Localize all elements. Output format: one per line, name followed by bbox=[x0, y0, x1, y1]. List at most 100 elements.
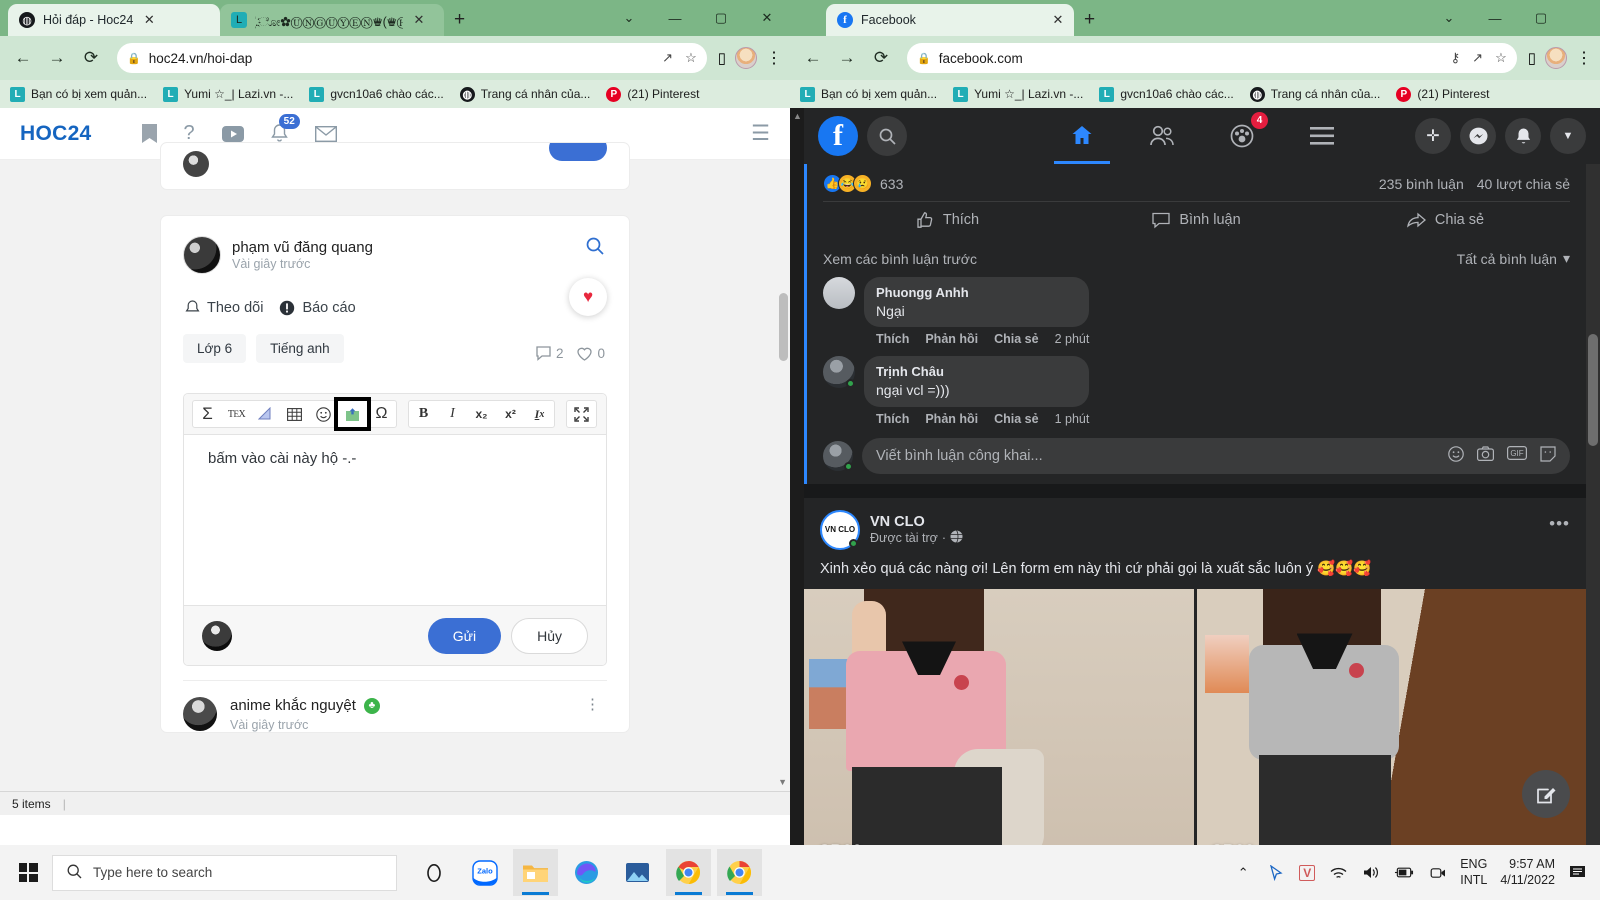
cursor-icon[interactable] bbox=[1266, 863, 1286, 883]
post-options-icon[interactable]: ••• bbox=[1549, 514, 1570, 534]
heart-icon[interactable]: ♥ bbox=[569, 278, 607, 316]
tab-home[interactable] bbox=[1054, 108, 1110, 164]
show-hidden-icons[interactable]: ⌃ bbox=[1233, 863, 1253, 883]
avatar[interactable] bbox=[823, 277, 855, 309]
address-bar[interactable]: 🔒 facebook.com ⚷ ↗ ☆ bbox=[907, 43, 1517, 73]
sigma-icon[interactable]: Σ bbox=[193, 401, 222, 427]
facebook-logo[interactable]: f bbox=[818, 116, 858, 156]
reload-button[interactable]: ⟳ bbox=[76, 43, 106, 73]
answer-author-name[interactable]: anime khắc nguyệt bbox=[230, 697, 356, 714]
comment-like-link[interactable]: Thích bbox=[876, 412, 909, 426]
tab-friends[interactable] bbox=[1134, 108, 1190, 164]
reaction-count[interactable]: 633 bbox=[880, 176, 903, 192]
share-icon[interactable]: ↗ bbox=[1472, 50, 1483, 66]
wifi-icon[interactable] bbox=[1328, 863, 1348, 883]
subscript-button[interactable]: x₂ bbox=[467, 401, 496, 427]
scrollbar-thumb[interactable] bbox=[779, 293, 788, 361]
forward-button[interactable]: → bbox=[42, 43, 72, 73]
comment-share-link[interactable]: Chia sẻ bbox=[994, 332, 1038, 346]
forward-button[interactable]: → bbox=[832, 43, 862, 73]
tag-lop-6[interactable]: Lớp 6 bbox=[183, 334, 247, 363]
tag-tieng-anh[interactable]: Tiếng anh bbox=[256, 334, 344, 363]
youtube-icon[interactable] bbox=[221, 125, 244, 142]
comment-reply-link[interactable]: Phản hồi bbox=[925, 412, 978, 426]
new-tab-button[interactable]: + bbox=[1084, 9, 1095, 31]
bookmark-item[interactable]: L Yumi ☆_| Lazi.vn -... bbox=[163, 86, 293, 102]
bell-icon[interactable] bbox=[1505, 118, 1541, 154]
cancel-button[interactable]: Hủy bbox=[511, 617, 588, 654]
bookmark-item[interactable]: P (21) Pinterest bbox=[606, 86, 699, 102]
chevron-down-icon[interactable]: ▼ bbox=[1550, 118, 1586, 154]
comment-share-link[interactable]: Chia sẻ bbox=[994, 412, 1038, 426]
close-window-button[interactable]: ✕ bbox=[744, 3, 790, 33]
share-count[interactable]: 40 lượt chia sẻ bbox=[1477, 176, 1570, 192]
file-explorer-icon[interactable] bbox=[513, 849, 558, 896]
notifications-icon[interactable] bbox=[1568, 863, 1588, 883]
scroll-down-arrow-icon[interactable]: ▼ bbox=[778, 777, 787, 787]
share-button[interactable]: Chia sẻ bbox=[1321, 202, 1570, 238]
back-button[interactable]: ← bbox=[798, 43, 828, 73]
omega-icon[interactable]: Ω bbox=[367, 401, 396, 427]
avatar[interactable] bbox=[183, 697, 217, 731]
report-button[interactable]: Báo cáo bbox=[279, 300, 356, 316]
bookmark-item[interactable]: L Bạn có bị xem quản... bbox=[10, 86, 147, 102]
book-icon[interactable] bbox=[141, 124, 157, 143]
maximize-button[interactable]: ▢ bbox=[698, 3, 744, 33]
minimize-button[interactable]: — bbox=[1472, 3, 1518, 33]
comment-button[interactable]: Bình luận bbox=[1072, 202, 1321, 238]
table-icon[interactable] bbox=[280, 401, 309, 427]
tex-icon[interactable]: TEX bbox=[222, 401, 251, 427]
comment-count[interactable]: 235 bình luận bbox=[1379, 176, 1464, 192]
language-indicator[interactable]: ENG INTL bbox=[1460, 857, 1487, 888]
page-avatar[interactable]: VN CLO bbox=[820, 509, 860, 550]
compose-icon[interactable] bbox=[1522, 770, 1570, 818]
comment-author[interactable]: Trịnh Châu bbox=[876, 363, 1077, 381]
gif-icon[interactable]: GIF bbox=[1507, 446, 1527, 465]
page-name[interactable]: VN CLO bbox=[870, 514, 963, 530]
scrollbar-thumb[interactable] bbox=[1588, 334, 1598, 446]
bookmark-item[interactable]: L Yumi ☆_| Lazi.vn -... bbox=[953, 86, 1083, 102]
comment-input[interactable]: Viết bình luận công khai... GIF bbox=[862, 437, 1570, 474]
chrome-icon[interactable] bbox=[666, 849, 711, 896]
tab-menu[interactable] bbox=[1294, 108, 1350, 164]
bookmark-item[interactable]: P (21) Pinterest bbox=[1396, 86, 1489, 102]
like-button[interactable]: Thích bbox=[823, 202, 1072, 238]
comment-count[interactable]: 2 bbox=[536, 346, 563, 361]
bookmark-star-icon[interactable]: ☆ bbox=[685, 50, 697, 66]
follow-button[interactable]: Theo dõi bbox=[185, 300, 263, 316]
chrome-icon-2[interactable] bbox=[717, 849, 762, 896]
search-input[interactable]: Type here to search bbox=[52, 854, 397, 891]
sticker-icon[interactable] bbox=[1540, 446, 1556, 465]
bookmark-item[interactable]: ◍ Trang cá nhân của... bbox=[459, 86, 590, 102]
upload-image-icon[interactable] bbox=[334, 397, 371, 431]
emoji-icon[interactable] bbox=[1448, 446, 1464, 465]
maximize-button[interactable]: ▢ bbox=[1518, 3, 1564, 33]
tab-groups[interactable]: 4 bbox=[1214, 108, 1270, 164]
camera-icon[interactable] bbox=[1427, 863, 1447, 883]
clock[interactable]: 9:57 AM 4/11/2022 bbox=[1500, 857, 1555, 888]
mail-icon[interactable] bbox=[314, 125, 337, 142]
tab-search-chevron-icon[interactable]: ⌄ bbox=[606, 3, 652, 33]
submit-button[interactable]: Gửi bbox=[427, 617, 502, 654]
unikey-icon[interactable]: V bbox=[1299, 864, 1316, 881]
volume-icon[interactable] bbox=[1361, 863, 1381, 883]
tab-close-button[interactable]: ✕ bbox=[1050, 12, 1066, 28]
comment-author[interactable]: Phuongg Anhh bbox=[876, 284, 1077, 302]
chrome-menu-icon[interactable]: ⋮ bbox=[766, 48, 782, 68]
answer-text-area[interactable]: bấm vào cài này hộ -.- bbox=[184, 435, 606, 605]
answer-options-icon[interactable]: ⋮ bbox=[585, 695, 601, 713]
tab-close-button[interactable]: ✕ bbox=[141, 12, 157, 28]
bell-icon[interactable]: 52 bbox=[270, 114, 300, 143]
back-button[interactable]: ← bbox=[8, 43, 38, 73]
share-icon[interactable]: ↗ bbox=[662, 50, 673, 66]
emoji-icon[interactable] bbox=[309, 401, 338, 427]
chrome-menu-icon[interactable]: ⋮ bbox=[1576, 48, 1592, 68]
remove-format-button[interactable]: Ix bbox=[525, 401, 554, 427]
avatar[interactable] bbox=[823, 440, 853, 471]
photos-icon[interactable] bbox=[615, 849, 660, 896]
comment-reply-link[interactable]: Phản hồi bbox=[925, 332, 978, 346]
avatar[interactable] bbox=[183, 236, 221, 274]
messenger-icon[interactable] bbox=[1460, 118, 1496, 154]
tab-unguyen[interactable]: L ҉.ೋ✿ⓊⓃⒼⓊⓎⒺⓃ♛(♛ⒽⓄÓⓃ♛ċ ✕ bbox=[220, 4, 444, 36]
page-scrollbar[interactable]: ▼ bbox=[776, 160, 790, 791]
